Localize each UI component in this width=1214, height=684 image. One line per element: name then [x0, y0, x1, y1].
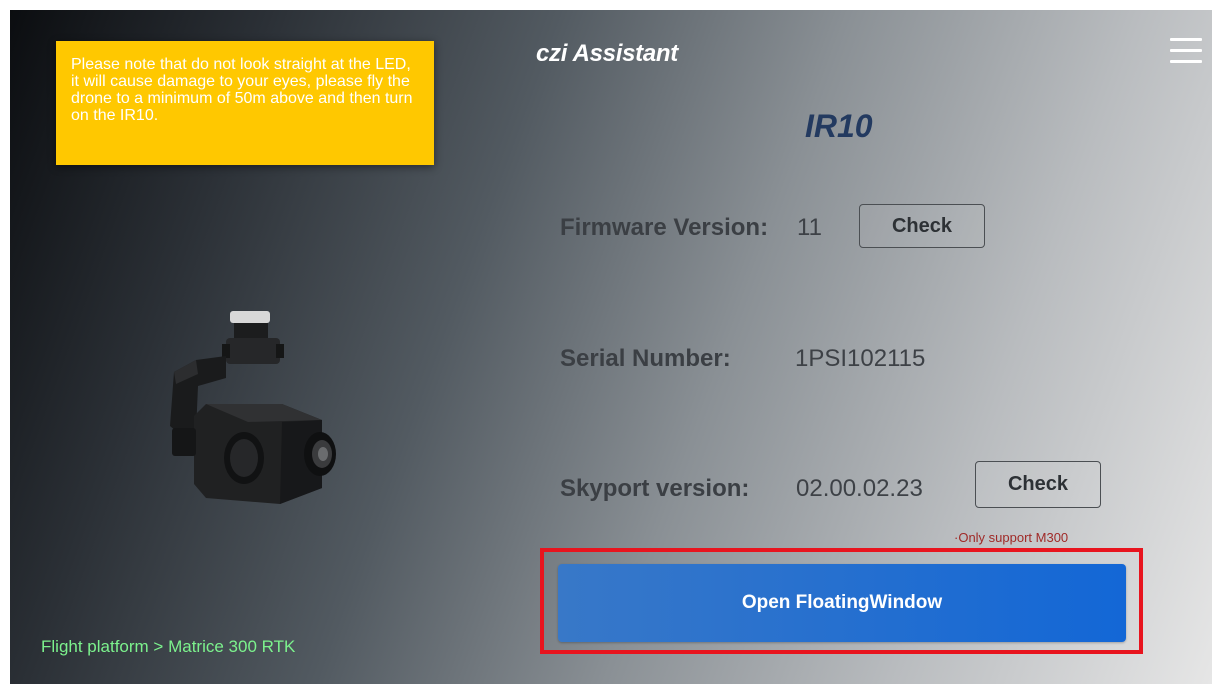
skyport-check-button[interactable]: Check	[975, 461, 1101, 508]
skyport-value: 02.00.02.23	[796, 475, 923, 502]
gimbal-camera-image	[170, 311, 336, 504]
firmware-value: 11	[797, 214, 822, 241]
product-title: IR10	[805, 108, 873, 144]
serial-label: Serial Number:	[560, 345, 731, 372]
m300-support-note: ·Only support M300	[954, 530, 1069, 545]
hamburger-menu-icon[interactable]	[1170, 38, 1202, 68]
app-title: czi Assistant	[536, 40, 678, 67]
serial-value: 1PSI102115	[795, 345, 926, 372]
led-warning-banner: Please note that do not look straight at…	[56, 41, 434, 165]
firmware-label: Firmware Version:	[560, 214, 769, 241]
firmware-check-button[interactable]: Check	[859, 204, 985, 248]
app-screen: Please note that do not look straight at…	[10, 10, 1212, 684]
skyport-label: Skyport version:	[560, 475, 750, 502]
warning-text: Please note that do not look straight at…	[71, 56, 413, 124]
flight-platform-label: Flight platform > Matrice 300 RTK	[41, 637, 296, 656]
open-floating-window-button[interactable]: Open FloatingWindow	[558, 564, 1126, 642]
